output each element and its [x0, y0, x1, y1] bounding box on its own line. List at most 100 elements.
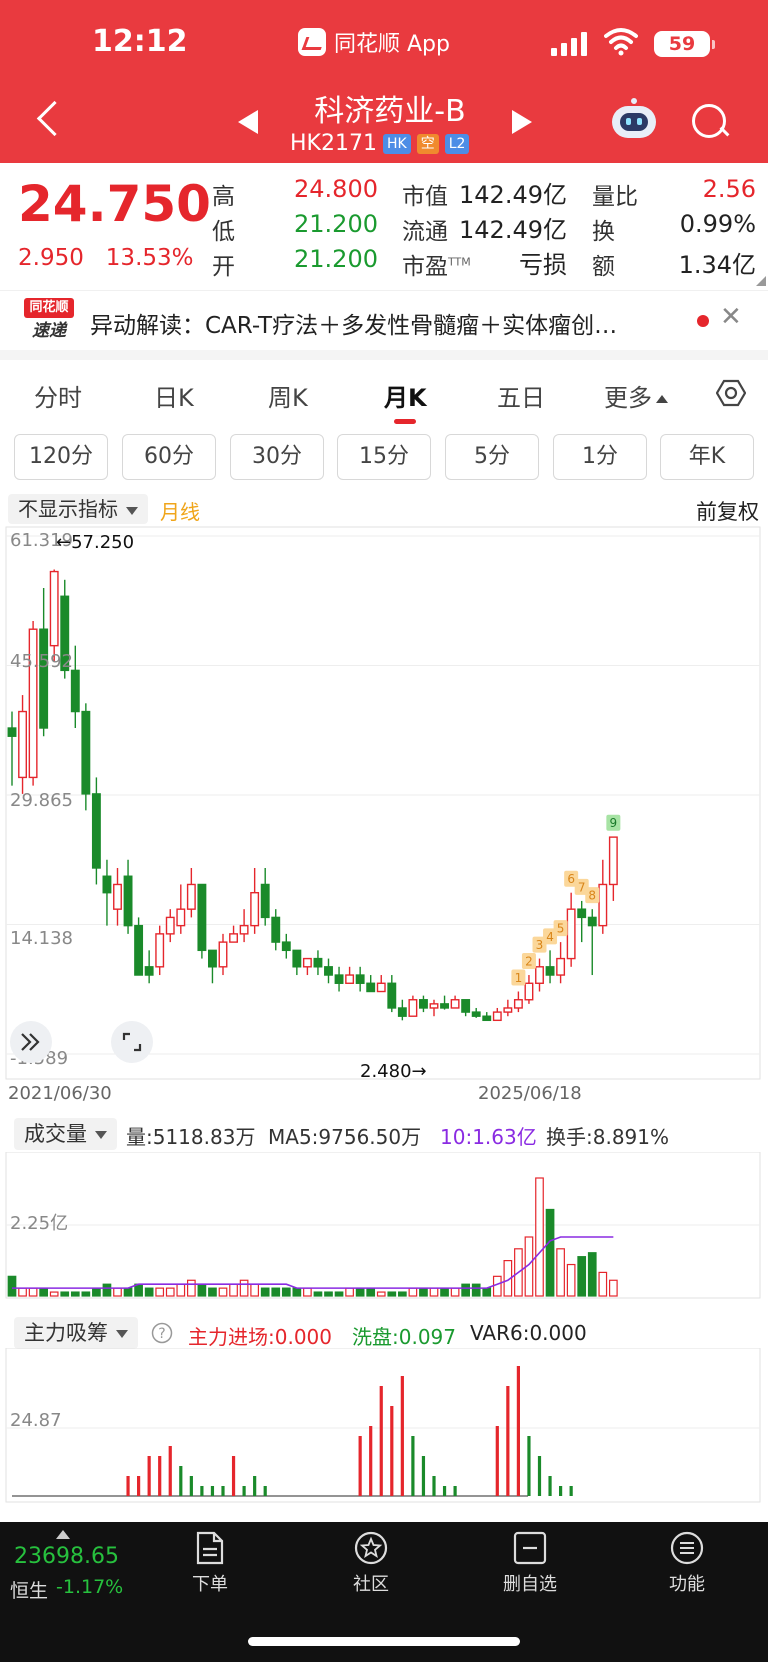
close-icon[interactable]: ✕ [720, 302, 742, 332]
volume-bar [113, 1287, 122, 1297]
volume-bar [577, 1256, 587, 1297]
volume-bar [239, 1279, 249, 1297]
search-icon[interactable] [690, 102, 730, 142]
settings-hexagon-icon[interactable] [716, 378, 746, 408]
volume-chart[interactable] [0, 1152, 768, 1300]
x-start-date: 2021/06/30 [8, 1083, 112, 1104]
stock-code-row: HK2171 HK 空 L2 [290, 131, 470, 156]
mcap-value: 142.49亿 [459, 181, 567, 209]
period-5min-button[interactable]: 5分 [445, 434, 539, 480]
main-force-chart[interactable] [0, 1348, 768, 1504]
force-bar [379, 1386, 383, 1496]
index-value[interactable]: 23698.65 [14, 1544, 119, 1569]
y-tick-label: 14.138 [10, 928, 73, 949]
td-signal-label: 9 [610, 816, 618, 830]
nav-community-button[interactable]: 社区 [321, 1530, 421, 1596]
open-label: 开 [212, 254, 235, 280]
volume-bar [398, 1291, 407, 1297]
indicator-select[interactable]: 不显示指标 [8, 494, 148, 524]
force-bar [495, 1426, 499, 1496]
nav-remove-watchlist-button[interactable]: 删自选 [480, 1530, 580, 1596]
period-year-k-button[interactable]: 年K [660, 434, 754, 480]
help-icon[interactable]: ? [151, 1322, 173, 1344]
candle-body [49, 570, 59, 647]
period-30min-button[interactable]: 30分 [230, 434, 324, 480]
candlestick-chart[interactable]: 12345 678 9 [0, 526, 768, 1082]
candle-body [535, 966, 544, 984]
nav-functions-button[interactable]: 功能 [637, 1530, 737, 1596]
candle-body [545, 966, 555, 976]
candle-body [292, 949, 302, 968]
candle-body [18, 710, 27, 779]
volume-select[interactable]: 成交量 [14, 1118, 117, 1150]
double-chevron-right-icon [21, 1033, 40, 1051]
force-bar [231, 1456, 236, 1496]
force-bar [210, 1486, 215, 1496]
nav-order-button[interactable]: 下单 [160, 1530, 260, 1596]
volume-bar [176, 1283, 186, 1297]
candle-body [271, 916, 281, 943]
index-expand-icon[interactable] [56, 1530, 70, 1539]
prev-stock-button[interactable] [238, 110, 258, 134]
volume-bar [324, 1291, 333, 1297]
stock-code: HK2171 [290, 131, 377, 156]
period-120min-button[interactable]: 120分 [14, 434, 108, 480]
expand-corner-icon[interactable] [756, 276, 766, 286]
collapse-panel-button[interactable] [10, 1021, 52, 1063]
next-stock-button[interactable] [512, 110, 532, 134]
main-force-select[interactable]: 主力吸筹 [14, 1317, 138, 1349]
chevron-down-icon [116, 1330, 128, 1338]
fullscreen-button[interactable] [111, 1021, 153, 1063]
volume-bar [545, 1208, 555, 1297]
candle-body [250, 891, 260, 927]
force-bar [559, 1486, 563, 1496]
candle-body [387, 982, 397, 1009]
force-bar [506, 1386, 510, 1496]
chevron-down-icon [95, 1131, 107, 1139]
force-bar [358, 1436, 362, 1496]
main-force-entry: 主力进场:0.000 [188, 1325, 332, 1349]
td-signal-label: 1 [515, 971, 523, 985]
divider [0, 350, 768, 360]
tab-weekly-k[interactable]: 周K [268, 378, 308, 413]
candle-body [229, 933, 239, 943]
candle-body [144, 966, 154, 976]
candle-body [165, 916, 175, 935]
vol-ratio-value: 2.56 [702, 175, 756, 203]
candle-body [556, 957, 566, 976]
volume-bar [482, 1287, 492, 1297]
tab-intraday[interactable]: 分时 [34, 378, 82, 413]
volume-bar [197, 1283, 207, 1297]
volume-bar [229, 1283, 238, 1297]
candle-body [324, 966, 333, 976]
adjust-mode-button[interactable]: 前复权 [696, 496, 759, 526]
candle-body [39, 628, 49, 729]
period-60min-button[interactable]: 60分 [122, 434, 216, 480]
turnover-value: 0.99% [679, 210, 756, 238]
force-bar [221, 1486, 225, 1496]
index-name: 恒生 [10, 1580, 49, 1602]
td-signal-label: 2 [525, 955, 533, 969]
tab-daily-k[interactable]: 日K [154, 378, 194, 413]
amount-value: 1.34亿 [678, 251, 756, 279]
tab-five-day[interactable]: 五日 [497, 378, 545, 413]
period-1min-button[interactable]: 1分 [553, 434, 647, 480]
tab-more[interactable]: 更多 [604, 378, 668, 413]
tab-monthly-k[interactable]: 月K [384, 378, 427, 413]
period-15min-button[interactable]: 15分 [337, 434, 431, 480]
force-bar [147, 1456, 151, 1496]
stock-name: 科济药业-B [314, 94, 466, 129]
candle-body [598, 883, 608, 927]
volume-bar [49, 1291, 59, 1297]
volume-bar [250, 1283, 259, 1297]
candle-body [513, 999, 523, 1009]
news-text[interactable]: 异动解读：CAR-T疗法＋多发性骨髓瘤＋实体瘤创… [90, 306, 680, 340]
candle-body [155, 933, 165, 968]
volume-bar [218, 1287, 228, 1297]
volume-bar [102, 1283, 112, 1297]
low-label: 低 [212, 219, 235, 245]
volume-bar [387, 1291, 397, 1297]
candle-body [408, 999, 418, 1017]
back-button[interactable] [28, 98, 72, 148]
assistant-robot-icon[interactable] [610, 98, 658, 142]
